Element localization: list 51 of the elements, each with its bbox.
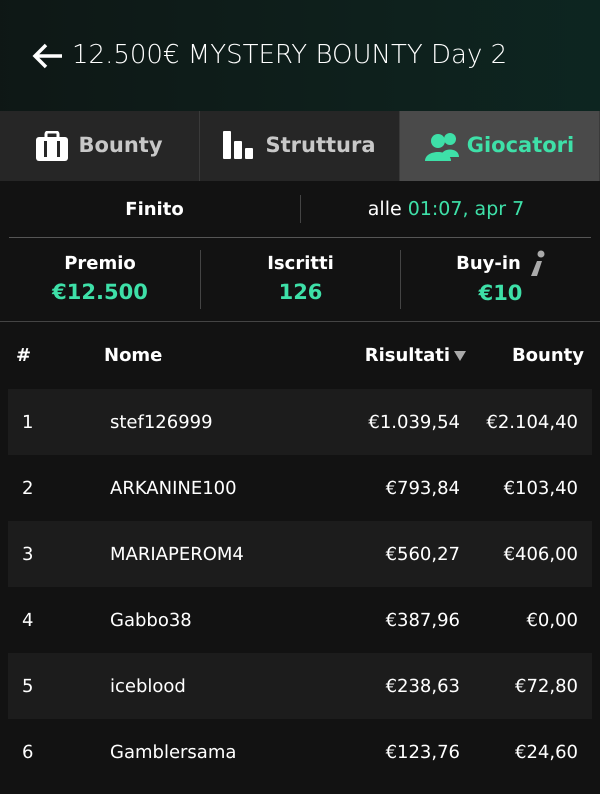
table-row[interactable]: 1 stef126999 €1.039,54 €2.104,40 bbox=[8, 389, 592, 455]
briefcase-icon bbox=[36, 131, 70, 161]
tab[interactable]: Giocatori bbox=[400, 111, 600, 181]
table-cell: 2 bbox=[22, 478, 34, 498]
table-cell: €103,40 bbox=[504, 478, 578, 498]
status-text: Finito bbox=[125, 198, 184, 220]
table-cell: stef126999 bbox=[110, 412, 213, 432]
stat-value: 126 bbox=[278, 279, 324, 306]
stat-label: Buy-in bbox=[456, 252, 521, 276]
table-row[interactable]: 2 ARKANINE100 €793,84 €103,40 bbox=[8, 455, 592, 521]
sort-icon bbox=[454, 350, 466, 360]
table-cell: €1.039,54 bbox=[368, 412, 460, 432]
table-cell: iceblood bbox=[110, 676, 186, 696]
table-cell: €2.104,40 bbox=[486, 412, 578, 432]
table-cell: 4 bbox=[22, 610, 34, 630]
table-row[interactable]: 6 Gamblersama €123,76 €24,60 bbox=[8, 719, 592, 785]
table-cell: €72,80 bbox=[515, 676, 578, 696]
column-header[interactable]: Bounty bbox=[512, 342, 584, 369]
table-cell: €560,27 bbox=[386, 544, 460, 564]
tab[interactable]: Bounty bbox=[0, 111, 200, 181]
stat-value: €12.500 bbox=[50, 279, 149, 306]
column-header[interactable]: # bbox=[16, 342, 32, 369]
page-title: 12.500€ MYSTERY BOUNTY Day 2 bbox=[72, 39, 508, 72]
table-cell: €387,96 bbox=[386, 610, 460, 630]
people-icon bbox=[424, 131, 459, 161]
column-header[interactable]: Risultati bbox=[364, 342, 450, 369]
table-row[interactable]: 4 Gabbo38 €387,96 €0,00 bbox=[8, 587, 592, 653]
stat-label: Premio bbox=[64, 252, 136, 276]
table-row[interactable]: 3 MARIAPEROM4 €560,27 €406,00 bbox=[8, 521, 592, 587]
table-cell: €24,60 bbox=[515, 742, 578, 762]
table-cell: 1 bbox=[22, 412, 34, 432]
back-arrow-icon[interactable] bbox=[32, 42, 64, 70]
stat-value: €10 bbox=[477, 280, 524, 307]
table-cell: ARKANINE100 bbox=[110, 478, 237, 498]
table-cell: MARIAPEROM4 bbox=[110, 544, 244, 564]
table-cell: Gamblersama bbox=[110, 742, 236, 762]
column-header[interactable]: Nome bbox=[104, 342, 162, 369]
stat-label: Iscritti bbox=[267, 252, 334, 276]
table-cell: 3 bbox=[22, 544, 34, 564]
table-cell: €123,76 bbox=[386, 742, 460, 762]
table-cell: Gabbo38 bbox=[110, 610, 192, 630]
info-icon bbox=[528, 250, 545, 278]
table-row[interactable]: 5 iceblood €238,63 €72,80 bbox=[8, 653, 592, 719]
table-cell: 6 bbox=[22, 742, 34, 762]
finish-time: alle 01:07, apr 7 bbox=[368, 198, 524, 220]
table-cell: €238,63 bbox=[386, 676, 460, 696]
table-cell: 5 bbox=[22, 676, 34, 696]
tab[interactable]: Struttura bbox=[200, 111, 400, 181]
table-cell: €406,00 bbox=[504, 544, 578, 564]
table-cell: €0,00 bbox=[526, 610, 578, 630]
table-cell: €793,84 bbox=[386, 478, 460, 498]
